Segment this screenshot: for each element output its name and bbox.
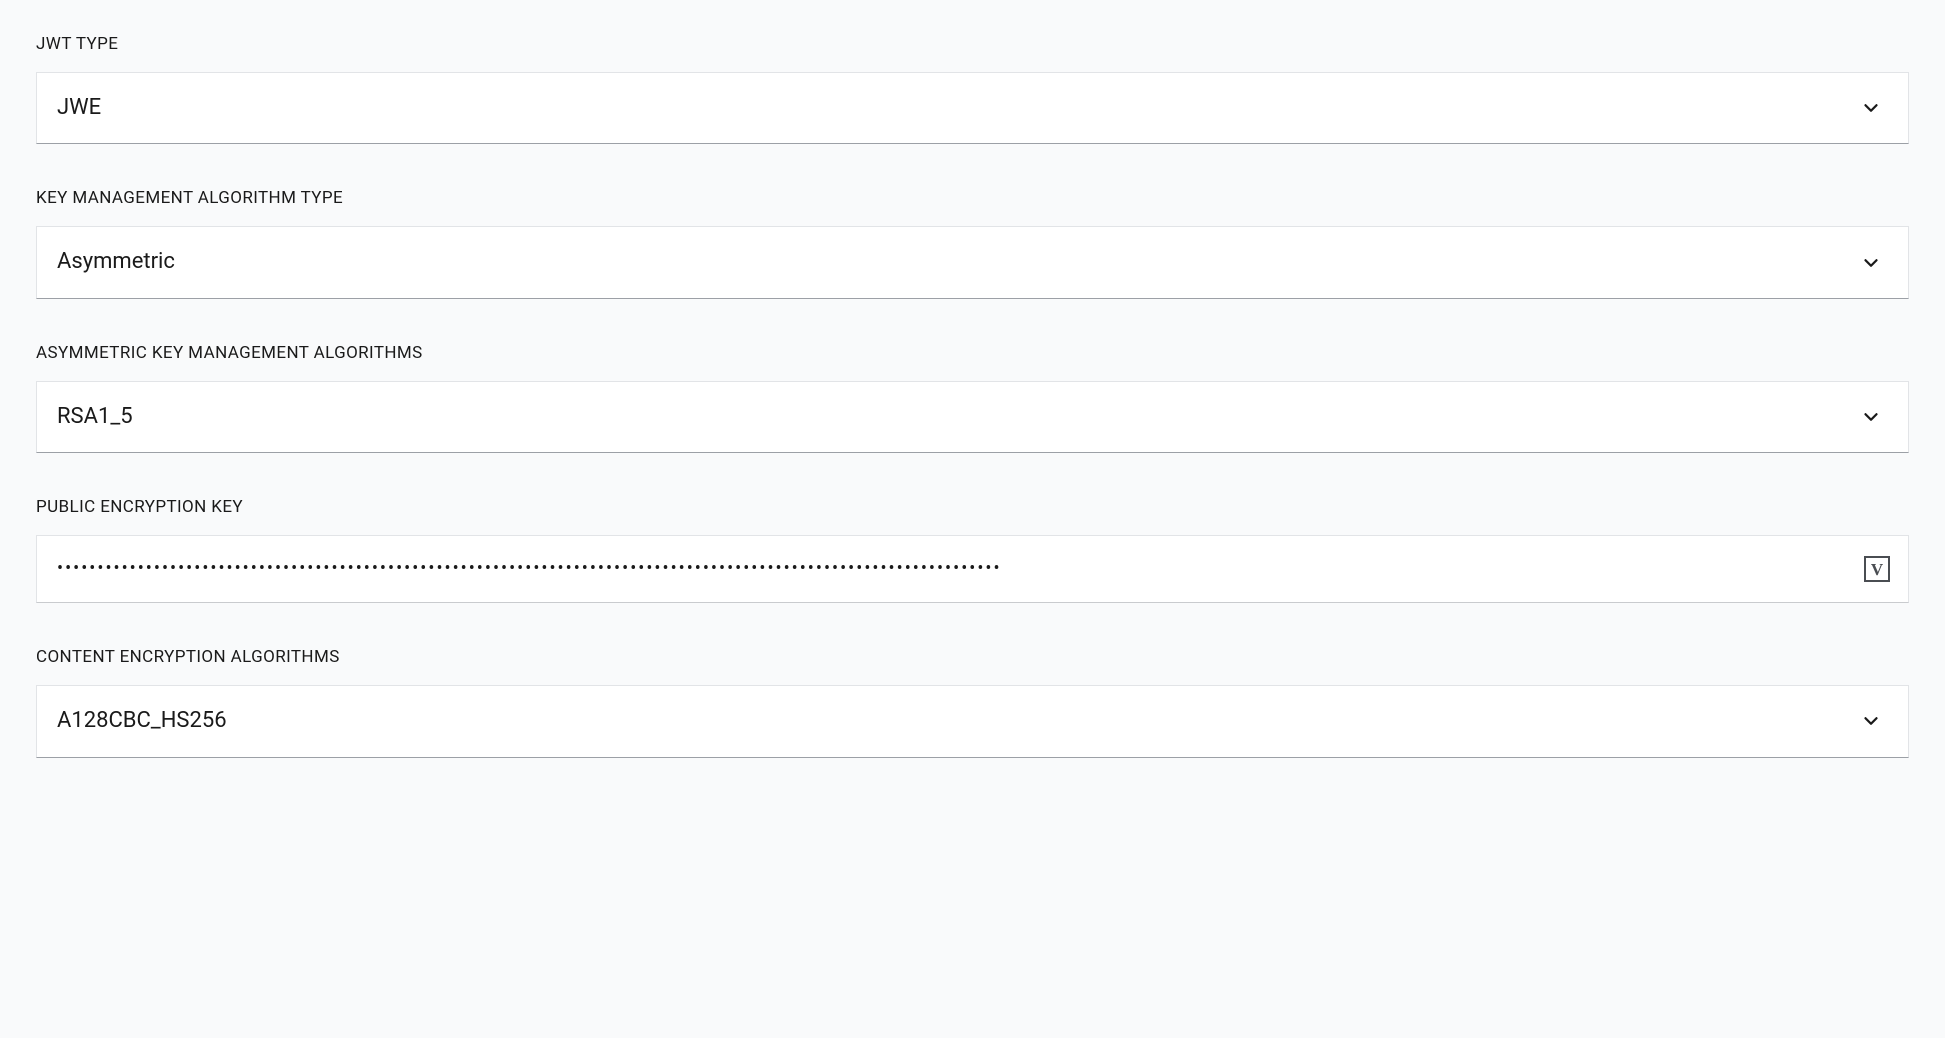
jwt-config-form: JWT TYPE JWE KEY MANAGEMENT ALGORITHM TY…	[0, 34, 1945, 758]
public-enc-key-label: PUBLIC ENCRYPTION KEY	[36, 497, 1909, 517]
key-mgmt-type-label: KEY MANAGEMENT ALGORITHM TYPE	[36, 188, 1909, 208]
vault-icon[interactable]: V	[1864, 556, 1890, 582]
asym-key-algo-value: RSA1_5	[37, 382, 1908, 452]
content-enc-algo-label: CONTENT ENCRYPTION ALGORITHMS	[36, 647, 1909, 667]
key-mgmt-type-value: Asymmetric	[37, 227, 1908, 297]
jwt-type-group: JWT TYPE JWE	[36, 34, 1909, 144]
public-enc-key-input[interactable]: ••••••••••••••••••••••••••••••••••••••••…	[37, 536, 1838, 602]
key-mgmt-type-select[interactable]: Asymmetric	[36, 226, 1909, 298]
asym-key-algo-select[interactable]: RSA1_5	[36, 381, 1909, 453]
vault-icon-letter: V	[1871, 561, 1883, 578]
jwt-type-select[interactable]: JWE	[36, 72, 1909, 144]
public-enc-key-group: PUBLIC ENCRYPTION KEY ••••••••••••••••••…	[36, 497, 1909, 603]
jwt-type-label: JWT TYPE	[36, 34, 1909, 54]
content-enc-algo-group: CONTENT ENCRYPTION ALGORITHMS A128CBC_HS…	[36, 647, 1909, 757]
content-enc-algo-select[interactable]: A128CBC_HS256	[36, 685, 1909, 757]
public-enc-key-wrapper: ••••••••••••••••••••••••••••••••••••••••…	[36, 535, 1909, 603]
content-enc-algo-value: A128CBC_HS256	[37, 686, 1908, 756]
jwt-type-value: JWE	[37, 73, 1908, 143]
asym-key-algo-group: ASYMMETRIC KEY MANAGEMENT ALGORITHMS RSA…	[36, 343, 1909, 453]
key-mgmt-type-group: KEY MANAGEMENT ALGORITHM TYPE Asymmetric	[36, 188, 1909, 298]
asym-key-algo-label: ASYMMETRIC KEY MANAGEMENT ALGORITHMS	[36, 343, 1909, 363]
